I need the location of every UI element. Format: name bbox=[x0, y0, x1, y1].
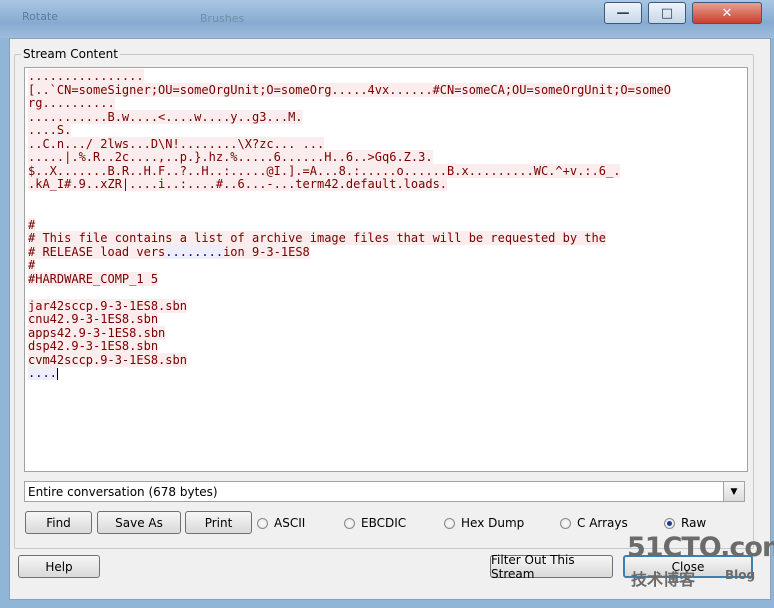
stream-line: .... bbox=[28, 366, 744, 381]
stream-line: dsp42.9-3-1ES8.sbn bbox=[28, 339, 744, 354]
stream-line: ...........B.w....<....w....y..g3...M. bbox=[28, 109, 744, 125]
stream-line-text: cvm42sccp.9-3-1ES8.sbn bbox=[28, 352, 187, 367]
find-button[interactable]: Find bbox=[25, 511, 92, 534]
stream-line: cnu42.9-3-1ES8.sbn bbox=[28, 312, 744, 327]
stream-line: [..`CN=someSigner;OU=someOrgUnit;O=someO… bbox=[28, 82, 744, 98]
group-title: Stream Content bbox=[23, 47, 118, 61]
maximize-icon: □ bbox=[660, 5, 674, 21]
save-as-button[interactable]: Save As bbox=[97, 511, 181, 534]
print-button[interactable]: Print bbox=[185, 511, 252, 534]
site-watermark: 51CTO.com 技术博客 Blog bbox=[625, 532, 774, 589]
stream-line-text: .....|.%.R..2c....,..p.}.hz.%.....6.....… bbox=[28, 150, 433, 164]
stream-line-text: ................ bbox=[28, 69, 144, 83]
close-icon: ✕ bbox=[721, 5, 733, 21]
close-window-button[interactable]: ✕ bbox=[692, 2, 762, 24]
stream-line: #HARDWARE_COMP_1 5 bbox=[28, 271, 744, 287]
stream-line: ..C.n.../ 2lws...D\N!........\X?zc... ..… bbox=[28, 136, 744, 152]
watermark-main: 51CTO.com bbox=[627, 532, 774, 563]
stream-line-text: ...........B.w....<....w....y..g3...M. bbox=[28, 109, 303, 124]
stream-line-text: #HARDWARE_COMP_1 5 bbox=[28, 271, 159, 286]
radio-hex-dump[interactable]: Hex Dump bbox=[444, 516, 524, 530]
radio-ebcdic[interactable]: EBCDIC bbox=[344, 516, 406, 530]
stream-line: # RELEASE load vers........ion 9-3-1ES8 bbox=[28, 244, 744, 260]
stream-line-text: apps42.9-3-1ES8.sbn bbox=[28, 325, 166, 340]
stream-line bbox=[28, 205, 744, 219]
radio-dot-raw[interactable] bbox=[664, 517, 675, 529]
stream-content-text[interactable]: ................ [..`CN=someSigner;OU=som… bbox=[24, 67, 748, 472]
stream-line-text: ....S. bbox=[28, 123, 72, 137]
radio-dot-hex-dump[interactable] bbox=[444, 517, 455, 529]
filter-out-stream-button[interactable]: Filter Out This Stream bbox=[490, 553, 613, 581]
stream-line: # bbox=[28, 217, 744, 233]
stream-line: cvm42sccp.9-3-1ES8.sbn bbox=[28, 352, 744, 368]
radio-ascii[interactable]: ASCII bbox=[257, 516, 305, 530]
watermark-blog: Blog bbox=[725, 568, 756, 582]
stream-line: ................ bbox=[28, 69, 744, 84]
stream-line: # This file contains a list of archive i… bbox=[28, 231, 744, 246]
conversation-select-value: Entire conversation (678 bytes) bbox=[28, 484, 218, 499]
radio-dot-ebcdic[interactable] bbox=[344, 517, 355, 529]
stream-line: jar42sccp.9-3-1ES8.sbn bbox=[28, 298, 744, 314]
stream-line: $..X.......B.R..H.F..?..H..:.....@I.].=A… bbox=[28, 163, 744, 179]
stream-line: rg.......... bbox=[28, 96, 744, 111]
radio-dot-c-arrays[interactable] bbox=[560, 517, 571, 529]
stream-line: apps42.9-3-1ES8.sbn bbox=[28, 325, 744, 341]
text-caret bbox=[56, 367, 58, 380]
window-titlebar: Rotate Brushes — □ ✕ bbox=[0, 0, 774, 38]
conversation-select[interactable]: Entire conversation (678 bytes) ▼ bbox=[24, 481, 745, 502]
follow-stream-dialog: Stream Content ................ [..`CN=so… bbox=[9, 38, 771, 600]
stream-line-text: dsp42.9-3-1ES8.sbn bbox=[28, 339, 159, 353]
stream-line-text: # This file contains a list of archive i… bbox=[28, 231, 606, 245]
watermark-sub: 技术博客 bbox=[631, 570, 696, 589]
stream-line: .....|.%.R..2c....,..p.}.hz.%.....6.....… bbox=[28, 150, 744, 165]
radio-label-c-arrays: C Arrays bbox=[577, 516, 628, 530]
radio-dot-ascii[interactable] bbox=[257, 517, 268, 529]
help-button[interactable]: Help bbox=[18, 555, 100, 578]
stream-line-suffix-2: ion 9-3-1ES8 bbox=[223, 244, 310, 259]
chevron-down-icon[interactable]: ▼ bbox=[723, 482, 744, 501]
stream-line-text: # bbox=[28, 258, 36, 272]
radio-label-hex-dump: Hex Dump bbox=[461, 516, 525, 530]
stream-line: ....S. bbox=[28, 123, 744, 138]
stream-line-text: # bbox=[28, 217, 36, 232]
stream-line-suffix: ........ bbox=[165, 244, 224, 259]
radio-label-raw: Raw bbox=[681, 516, 707, 530]
minimize-button[interactable]: — bbox=[604, 2, 642, 24]
stream-line-text: # RELEASE load vers bbox=[28, 244, 166, 259]
stream-line-text: .kA_I#.9..xZR|....i..:....#..6...-...ter… bbox=[28, 177, 448, 191]
radio-raw[interactable]: Raw bbox=[664, 516, 706, 530]
stream-line-text: jar42sccp.9-3-1ES8.sbn bbox=[28, 298, 187, 313]
radio-c-arrays[interactable]: C Arrays bbox=[560, 516, 628, 530]
stream-line-text: .... bbox=[28, 366, 57, 380]
background-ghost-text: Rotate bbox=[22, 10, 59, 23]
stream-line bbox=[28, 192, 744, 206]
stream-line: # bbox=[28, 258, 744, 273]
stream-line-text: [..`CN=someSigner;OU=someOrgUnit;O=someO… bbox=[28, 82, 671, 97]
stream-line-text: rg.......... bbox=[28, 96, 115, 110]
background-ghost-text-2: Brushes bbox=[200, 12, 245, 25]
radio-label-ebcdic: EBCDIC bbox=[361, 516, 407, 530]
stream-line bbox=[28, 286, 744, 300]
minimize-icon: — bbox=[616, 5, 630, 21]
stream-line: .kA_I#.9..xZR|....i..:....#..6...-...ter… bbox=[28, 177, 744, 192]
stream-line-text: $..X.......B.R..H.F..?..H..:.....@I.].=A… bbox=[28, 163, 621, 178]
maximize-button[interactable]: □ bbox=[648, 2, 686, 24]
stream-line-text: ..C.n.../ 2lws...D\N!........\X?zc... ..… bbox=[28, 136, 325, 151]
radio-label-ascii: ASCII bbox=[274, 516, 306, 530]
stream-line-text: cnu42.9-3-1ES8.sbn bbox=[28, 312, 159, 326]
